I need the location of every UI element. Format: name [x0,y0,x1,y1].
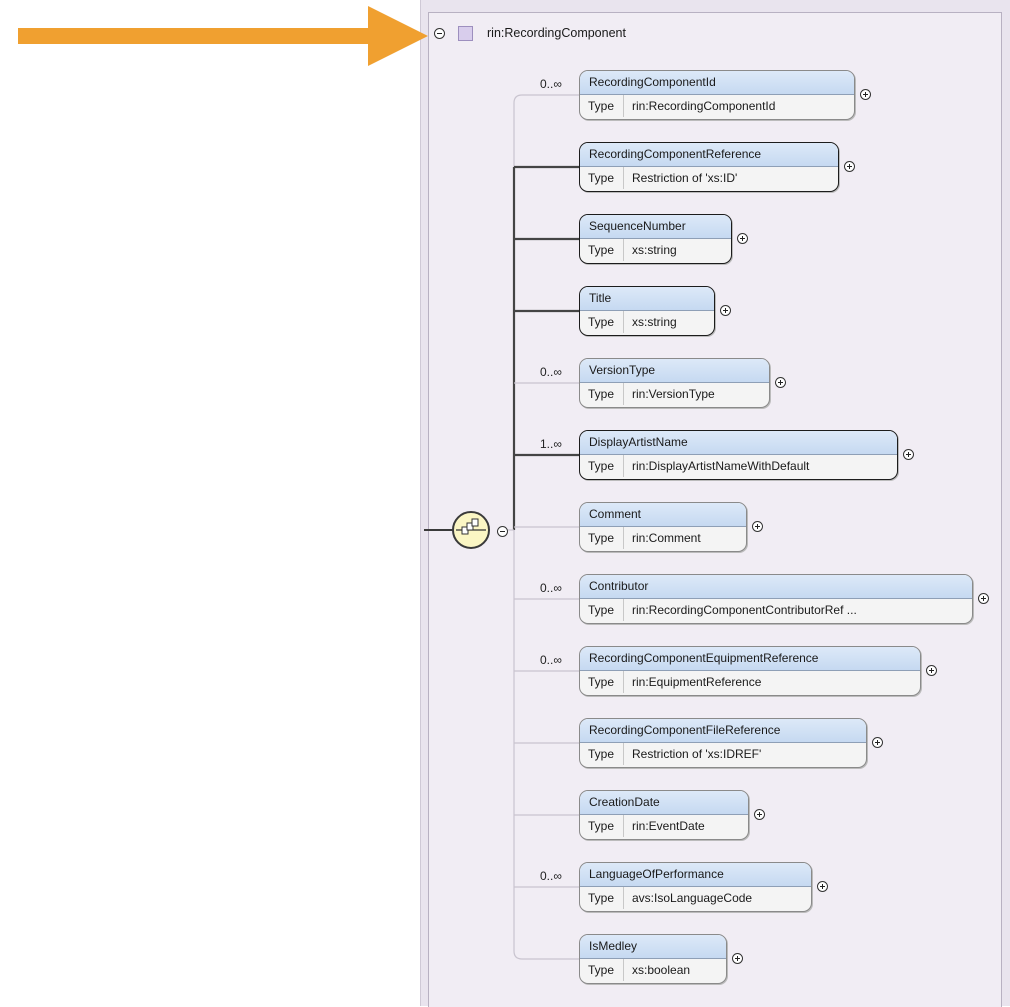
schema-element-box[interactable]: IsMedley Type xs:boolean [579,934,727,984]
type-value: rin:DisplayArtistNameWithDefault [632,459,810,473]
type-value: rin:RecordingComponentId [632,99,776,113]
element-name: RecordingComponentId [580,71,854,95]
element-name: Contributor [580,575,972,599]
type-key-label: Type [580,527,624,549]
type-value: rin:RecordingComponentContributorRef ... [632,603,857,617]
schema-element-box[interactable]: VersionType Type rin:VersionType [579,358,770,408]
type-key-label: Type [580,671,624,693]
expand-element-icon[interactable] [737,233,748,244]
schema-element-box[interactable]: Comment Type rin:Comment [579,502,747,552]
type-key-label: Type [580,239,624,261]
element-type-row: Type rin:VersionType [580,383,769,405]
type-key-label: Type [580,887,624,909]
type-value: Restriction of 'xs:IDREF' [632,747,762,761]
element-type-row: Type Restriction of 'xs:ID' [580,167,838,189]
schema-element-box[interactable]: RecordingComponentFileReference Type Restr… [579,718,867,768]
element-type-row: Type xs:string [580,239,731,261]
type-value: xs:string [632,315,677,329]
type-key-label: Type [580,959,624,981]
cardinality-label: 0..∞ [540,581,562,595]
element-type-row: Type rin:RecordingComponentId [580,95,854,117]
connector-lines [424,94,579,960]
type-key-label: Type [580,383,624,405]
type-key-label: Type [580,95,624,117]
expand-element-icon[interactable] [844,161,855,172]
type-key-label: Type [580,311,624,333]
element-name: RecordingComponentFileReference [580,719,866,743]
expand-element-icon[interactable] [978,593,989,604]
element-name: Comment [580,503,746,527]
element-type-row: Type xs:string [580,311,714,333]
type-value: rin:Comment [632,531,701,545]
element-type-row: Type xs:boolean [580,959,726,981]
expand-element-icon[interactable] [752,521,763,532]
sequence-compositor-icon[interactable] [452,511,490,549]
type-key-label: Type [580,815,624,837]
expand-element-icon[interactable] [817,881,828,892]
expand-element-icon[interactable] [732,953,743,964]
schema-element-box[interactable]: RecordingComponentEquipmentReference Type… [579,646,921,696]
element-name: VersionType [580,359,769,383]
schema-element-box[interactable]: RecordingComponentReference Type Restricti… [579,142,839,192]
cardinality-label: 0..∞ [540,365,562,379]
schema-element-box[interactable]: Contributor Type rin:RecordingComponentCon… [579,574,973,624]
cardinality-label: 0..∞ [540,653,562,667]
expand-element-icon[interactable] [926,665,937,676]
type-value: rin:EquipmentReference [632,675,762,689]
type-value: rin:VersionType [632,387,715,401]
element-name: DisplayArtistName [580,431,897,455]
type-value: avs:IsoLanguageCode [632,891,753,905]
type-key-label: Type [580,743,624,765]
element-type-row: Type Restriction of 'xs:IDREF' [580,743,866,765]
element-type-row: Type rin:EventDate [580,815,748,837]
cardinality-label: 1..∞ [540,437,562,451]
schema-element-box[interactable]: RecordingComponentId Type rin:RecordingCom… [579,70,855,120]
schema-element-box[interactable]: CreationDate Type rin:EventDate [579,790,749,840]
type-key-label: Type [580,599,624,621]
cardinality-label: 0..∞ [540,77,562,91]
element-type-row: Type rin:DisplayArtistNameWithDefault [580,455,897,477]
type-value: Restriction of 'xs:ID' [632,171,738,185]
type-value: xs:string [632,243,677,257]
element-type-row: Type rin:EquipmentReference [580,671,920,693]
element-name: IsMedley [580,935,726,959]
element-name: LanguageOfPerformance [580,863,811,887]
type-key-label: Type [580,167,624,189]
collapse-sequence-icon[interactable] [497,526,508,537]
schema-element-box[interactable]: LanguageOfPerformance Type avs:IsoLanguage… [579,862,812,912]
type-value: xs:boolean [632,963,691,977]
element-name: CreationDate [580,791,748,815]
cardinality-label: 0..∞ [540,869,562,883]
type-value: rin:EventDate [632,819,705,833]
type-key-label: Type [580,455,624,477]
element-type-row: Type rin:RecordingComponentContributorRef… [580,599,972,621]
element-type-row: Type avs:IsoLanguageCode [580,887,811,909]
element-name: RecordingComponentReference [580,143,838,167]
expand-element-icon[interactable] [903,449,914,460]
element-type-row: Type rin:Comment [580,527,746,549]
expand-element-icon[interactable] [754,809,765,820]
element-name: SequenceNumber [580,215,731,239]
schema-element-box[interactable]: DisplayArtistName Type rin:DisplayArtistNa… [579,430,898,480]
expand-element-icon[interactable] [775,377,786,388]
element-name: RecordingComponentEquipmentReference [580,647,920,671]
schema-element-box[interactable]: Title Type xs:string [579,286,715,336]
expand-element-icon[interactable] [872,737,883,748]
element-name: Title [580,287,714,311]
expand-element-icon[interactable] [720,305,731,316]
expand-element-icon[interactable] [860,89,871,100]
schema-element-box[interactable]: SequenceNumber Type xs:string [579,214,732,264]
